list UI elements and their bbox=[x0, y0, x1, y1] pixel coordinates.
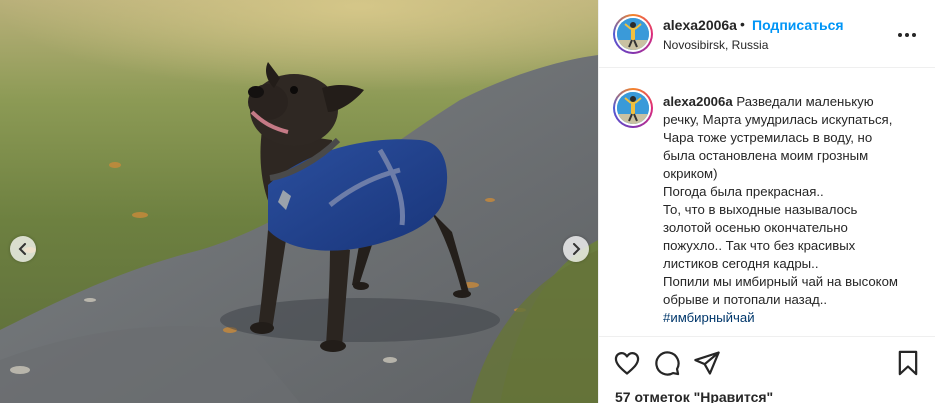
post-location[interactable]: Novosibirsk, Russia bbox=[663, 38, 768, 52]
caption-line: Погода была прекрасная.. bbox=[663, 184, 824, 199]
caption-line: пожухло.. Так что без красивых bbox=[663, 238, 856, 253]
more-options-icon[interactable] bbox=[895, 25, 919, 45]
instagram-post: alexa2006a • Подписаться Novosibirsk, Ru… bbox=[0, 0, 935, 403]
caption-avatar[interactable] bbox=[613, 88, 653, 128]
follow-button[interactable]: Подписаться bbox=[752, 17, 844, 33]
post-header: alexa2006a • Подписаться Novosibirsk, Ru… bbox=[599, 0, 935, 68]
share-icon[interactable] bbox=[693, 349, 721, 377]
chevron-right-icon bbox=[573, 243, 581, 255]
post-username[interactable]: alexa2006a bbox=[663, 17, 737, 33]
caption-line: Попили мы имбирный чай на высоком bbox=[663, 274, 898, 289]
heart-icon[interactable] bbox=[613, 349, 641, 377]
post-side-panel: alexa2006a • Подписаться Novosibirsk, Ru… bbox=[598, 0, 935, 403]
caption-line: золотой осенью окончательно bbox=[663, 220, 848, 235]
avatar[interactable] bbox=[613, 14, 653, 54]
likes-count[interactable]: 57 отметок "Нравится" bbox=[615, 389, 773, 403]
caption-line: Чара тоже устремилась в воду, но bbox=[663, 130, 873, 145]
caption-line: была остановлена моим грозным bbox=[663, 148, 869, 163]
post-photo[interactable] bbox=[0, 0, 598, 403]
avatar-image bbox=[617, 18, 649, 50]
caption-line: речку, Марта умудрилась искупаться, bbox=[663, 112, 893, 127]
caption-line: обрыве и потопали назад.. bbox=[663, 292, 828, 307]
post-caption: alexa2006a Разведали маленькую речку, Ма… bbox=[663, 93, 925, 327]
caption-line: Разведали маленькую bbox=[736, 94, 874, 109]
carousel-prev-button[interactable] bbox=[10, 236, 36, 262]
comment-icon[interactable] bbox=[653, 349, 681, 377]
hashtag-link[interactable]: #имбирныйчай bbox=[663, 309, 925, 327]
avatar-image bbox=[617, 92, 649, 124]
bookmark-icon[interactable] bbox=[894, 349, 922, 377]
action-bar bbox=[599, 336, 935, 388]
caption-username[interactable]: alexa2006a bbox=[663, 94, 733, 109]
caption-line: То, что в выходные называлось bbox=[663, 202, 858, 217]
carousel-next-button[interactable] bbox=[563, 236, 589, 262]
caption-line: окриком) bbox=[663, 166, 718, 181]
chevron-left-icon bbox=[18, 243, 26, 255]
caption-line: листиков сегодня кадры.. bbox=[663, 256, 819, 271]
dog-photo-image bbox=[0, 0, 598, 403]
separator-dot: • bbox=[740, 16, 745, 32]
